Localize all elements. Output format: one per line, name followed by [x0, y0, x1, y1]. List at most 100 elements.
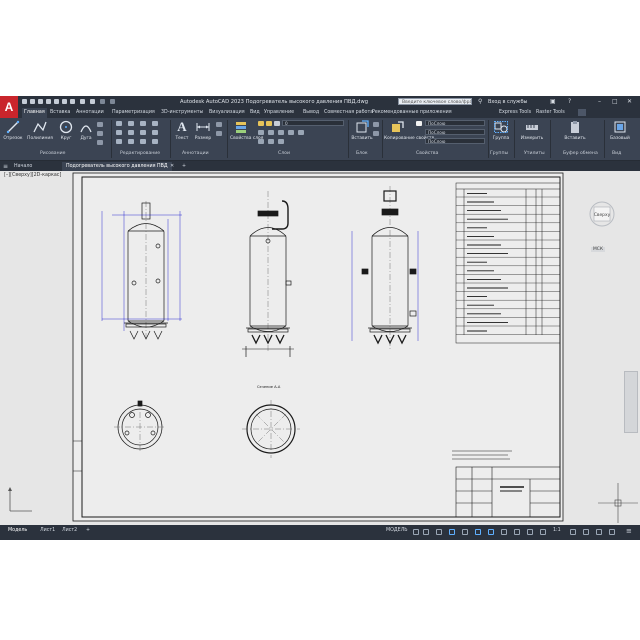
tab-3d-tools[interactable]: 3D-инструменты	[161, 110, 203, 115]
rectangle-icon[interactable]	[97, 122, 103, 127]
undo-icon[interactable]	[80, 99, 85, 104]
text-tool[interactable]: A Текст	[174, 120, 190, 142]
ortho-icon[interactable]	[436, 529, 442, 535]
new-file-icon[interactable]	[22, 99, 27, 104]
new-tab-button[interactable]: +	[178, 162, 190, 171]
grid-icon[interactable]	[413, 529, 419, 535]
tab-start[interactable]: Начало	[10, 162, 36, 171]
web-save-icon[interactable]	[62, 99, 67, 104]
paste-tool[interactable]: Вставить	[562, 120, 588, 141]
layer-freeze-icon[interactable]	[288, 130, 294, 135]
mirror-icon[interactable]	[128, 130, 134, 135]
panel-draw-label[interactable]: Рисование	[40, 151, 65, 156]
search-input[interactable]: Введите ключевое слово/фразу	[398, 98, 472, 105]
rotate-icon[interactable]	[128, 121, 134, 126]
clean-screen-icon[interactable]	[609, 529, 615, 535]
share-icon[interactable]	[100, 99, 105, 104]
annotation-visibility-icon[interactable]	[527, 529, 533, 535]
layer-properties-tool[interactable]: Свойства слоя	[230, 120, 263, 141]
insert-block-tool[interactable]: Вставить	[351, 120, 373, 141]
panel-clipboard-label[interactable]: Буфер обмена	[563, 151, 598, 156]
layer-dropdown[interactable]: 0	[282, 120, 344, 126]
application-menu-button[interactable]: A	[0, 96, 18, 118]
erase-icon[interactable]	[152, 121, 158, 126]
layer-isolate-icon[interactable]	[298, 130, 304, 135]
tab-featured-apps[interactable]: Рекомендованные приложения	[372, 110, 452, 115]
panel-annotation-label[interactable]: Аннотации	[182, 151, 209, 156]
minimize-button[interactable]: –	[598, 98, 601, 105]
leader-icon[interactable]	[216, 122, 222, 127]
hatch-icon[interactable]	[97, 131, 103, 136]
redo-icon[interactable]	[90, 99, 95, 104]
plot-icon[interactable]	[70, 99, 75, 104]
table-icon[interactable]	[216, 131, 222, 136]
tab-home[interactable]: Главная	[22, 108, 47, 118]
lineweight-dropdown[interactable]: ПоСлою	[425, 138, 485, 144]
group-tool[interactable]: Группа	[491, 120, 511, 141]
trim-icon[interactable]	[140, 121, 146, 126]
panel-utilities-label[interactable]: Утилиты	[524, 151, 545, 156]
layer-match-icon[interactable]	[258, 130, 264, 135]
tab-model[interactable]: Модель	[8, 528, 27, 533]
array-icon[interactable]	[140, 139, 146, 144]
lineweight-icon[interactable]	[501, 529, 507, 535]
tab-express-tools[interactable]: Express Tools	[499, 110, 531, 115]
fillet-icon[interactable]	[140, 130, 146, 135]
line-tool[interactable]: Отрезок	[3, 120, 23, 141]
lightbulb-icon[interactable]	[258, 121, 264, 126]
annotation-autoscale-icon[interactable]	[540, 529, 546, 535]
annotation-monitor-icon[interactable]	[583, 529, 589, 535]
isodraft-icon[interactable]	[462, 529, 468, 535]
layer-off-icon[interactable]	[278, 130, 284, 135]
offset-icon[interactable]	[152, 139, 158, 144]
tab-collaborate[interactable]: Совместная работа	[324, 110, 373, 115]
web-open-icon[interactable]	[54, 99, 59, 104]
explode-icon[interactable]	[152, 130, 158, 135]
circle-tool[interactable]: Круг	[57, 120, 75, 141]
units-icon[interactable]	[596, 529, 602, 535]
navigation-bar[interactable]	[624, 371, 638, 433]
base-view-tool[interactable]: Базовый	[607, 120, 633, 141]
maximize-button[interactable]: □	[612, 98, 618, 105]
tab-view[interactable]: Вид	[250, 110, 260, 115]
tab-raster-tools[interactable]: Raster Tools	[536, 110, 565, 115]
model-space-toggle[interactable]: МОДЕЛЬ	[386, 528, 408, 533]
tab-layout2[interactable]: Лист2	[62, 528, 77, 533]
layer-previous-icon[interactable]	[268, 130, 274, 135]
tab-annotate[interactable]: Аннотации	[76, 110, 104, 115]
save-icon[interactable]	[38, 99, 43, 104]
create-block-icon[interactable]	[373, 122, 379, 127]
panel-layers-label[interactable]: Слои	[278, 151, 290, 156]
layer-walk-icon[interactable]	[278, 139, 284, 144]
edit-block-icon[interactable]	[373, 131, 379, 136]
viewcube[interactable]: Сверху	[588, 201, 616, 227]
menu-icon[interactable]: ≡	[3, 163, 8, 170]
match-properties-tool[interactable]: Копирование свойств	[384, 120, 434, 141]
open-file-icon[interactable]	[30, 99, 35, 104]
tab-parametric[interactable]: Параметризация	[112, 110, 155, 115]
polar-tracking-icon[interactable]	[449, 529, 455, 535]
polyline-tool[interactable]: Полилиния	[26, 120, 54, 141]
gradient-icon[interactable]	[97, 140, 103, 145]
arc-tool[interactable]: Дуга	[78, 120, 94, 141]
sun-icon[interactable]	[266, 121, 272, 126]
stretch-icon[interactable]	[116, 139, 122, 144]
panel-block-label[interactable]: Блок	[356, 151, 368, 156]
tab-visualize[interactable]: Визуализация	[209, 110, 245, 115]
color-dropdown[interactable]: ПоСлою	[425, 120, 485, 126]
dimension-tool[interactable]: Размер	[193, 120, 213, 141]
close-tab-icon[interactable]: ✕	[170, 163, 174, 169]
object-snap-tracking-icon[interactable]	[475, 529, 481, 535]
app-store-icon[interactable]: ▣	[550, 98, 556, 105]
help-icon[interactable]: ?	[568, 98, 571, 105]
tab-insert[interactable]: Вставка	[50, 110, 70, 115]
copy-icon[interactable]	[116, 130, 122, 135]
lock-icon[interactable]	[274, 121, 280, 126]
tab-drawing[interactable]: Подогреватель высокого давления ПВД	[62, 162, 172, 171]
panel-view-label[interactable]: Вид	[612, 151, 621, 156]
annotation-scale[interactable]: 1:1	[553, 528, 561, 533]
drawing-viewport[interactable]: [–][Сверху][2D-каркас] Сечение А-А Сверх…	[0, 171, 640, 525]
tab-layout1[interactable]: Лист1	[40, 528, 55, 533]
layer-unlock-icon[interactable]	[268, 139, 274, 144]
panel-properties-label[interactable]: Свойства	[416, 151, 438, 156]
